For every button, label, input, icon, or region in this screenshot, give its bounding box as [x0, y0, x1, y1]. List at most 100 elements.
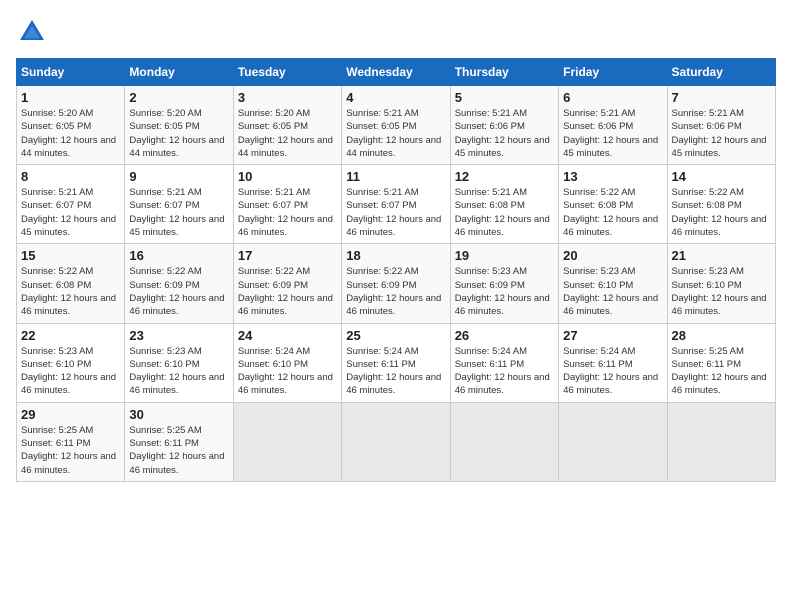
- day-number: 8: [21, 169, 120, 184]
- day-info: Sunrise: 5:24 AM Sunset: 6:11 PM Dayligh…: [346, 345, 445, 398]
- calendar-cell: 6 Sunrise: 5:21 AM Sunset: 6:06 PM Dayli…: [559, 86, 667, 165]
- logo-icon: [16, 16, 48, 48]
- day-info: Sunrise: 5:21 AM Sunset: 6:07 PM Dayligh…: [238, 186, 337, 239]
- calendar-cell: [450, 402, 558, 481]
- calendar-cell: 24 Sunrise: 5:24 AM Sunset: 6:10 PM Dayl…: [233, 323, 341, 402]
- calendar-cell: 29 Sunrise: 5:25 AM Sunset: 6:11 PM Dayl…: [17, 402, 125, 481]
- calendar-cell: 16 Sunrise: 5:22 AM Sunset: 6:09 PM Dayl…: [125, 244, 233, 323]
- day-info: Sunrise: 5:25 AM Sunset: 6:11 PM Dayligh…: [129, 424, 228, 477]
- day-number: 30: [129, 407, 228, 422]
- calendar-cell: 21 Sunrise: 5:23 AM Sunset: 6:10 PM Dayl…: [667, 244, 775, 323]
- calendar-cell: 1 Sunrise: 5:20 AM Sunset: 6:05 PM Dayli…: [17, 86, 125, 165]
- day-number: 23: [129, 328, 228, 343]
- day-number: 12: [455, 169, 554, 184]
- day-number: 14: [672, 169, 771, 184]
- day-info: Sunrise: 5:23 AM Sunset: 6:10 PM Dayligh…: [129, 345, 228, 398]
- day-number: 13: [563, 169, 662, 184]
- weekday-header-row: SundayMondayTuesdayWednesdayThursdayFrid…: [17, 59, 776, 86]
- header: [16, 16, 776, 48]
- day-info: Sunrise: 5:21 AM Sunset: 6:06 PM Dayligh…: [672, 107, 771, 160]
- day-info: Sunrise: 5:22 AM Sunset: 6:09 PM Dayligh…: [129, 265, 228, 318]
- day-number: 29: [21, 407, 120, 422]
- day-number: 2: [129, 90, 228, 105]
- calendar-cell: [233, 402, 341, 481]
- calendar-cell: 10 Sunrise: 5:21 AM Sunset: 6:07 PM Dayl…: [233, 165, 341, 244]
- day-number: 26: [455, 328, 554, 343]
- day-number: 27: [563, 328, 662, 343]
- calendar-table: SundayMondayTuesdayWednesdayThursdayFrid…: [16, 58, 776, 482]
- day-number: 24: [238, 328, 337, 343]
- calendar-cell: 23 Sunrise: 5:23 AM Sunset: 6:10 PM Dayl…: [125, 323, 233, 402]
- day-info: Sunrise: 5:21 AM Sunset: 6:08 PM Dayligh…: [455, 186, 554, 239]
- day-info: Sunrise: 5:23 AM Sunset: 6:09 PM Dayligh…: [455, 265, 554, 318]
- calendar-cell: 7 Sunrise: 5:21 AM Sunset: 6:06 PM Dayli…: [667, 86, 775, 165]
- calendar-week-row: 1 Sunrise: 5:20 AM Sunset: 6:05 PM Dayli…: [17, 86, 776, 165]
- day-info: Sunrise: 5:23 AM Sunset: 6:10 PM Dayligh…: [563, 265, 662, 318]
- day-number: 7: [672, 90, 771, 105]
- calendar-cell: 15 Sunrise: 5:22 AM Sunset: 6:08 PM Dayl…: [17, 244, 125, 323]
- calendar-week-row: 29 Sunrise: 5:25 AM Sunset: 6:11 PM Dayl…: [17, 402, 776, 481]
- weekday-header-saturday: Saturday: [667, 59, 775, 86]
- day-number: 16: [129, 248, 228, 263]
- day-number: 11: [346, 169, 445, 184]
- weekday-header-friday: Friday: [559, 59, 667, 86]
- weekday-header-thursday: Thursday: [450, 59, 558, 86]
- day-info: Sunrise: 5:21 AM Sunset: 6:07 PM Dayligh…: [21, 186, 120, 239]
- day-info: Sunrise: 5:20 AM Sunset: 6:05 PM Dayligh…: [21, 107, 120, 160]
- calendar-cell: 2 Sunrise: 5:20 AM Sunset: 6:05 PM Dayli…: [125, 86, 233, 165]
- calendar-week-row: 8 Sunrise: 5:21 AM Sunset: 6:07 PM Dayli…: [17, 165, 776, 244]
- weekday-header-monday: Monday: [125, 59, 233, 86]
- calendar-cell: 25 Sunrise: 5:24 AM Sunset: 6:11 PM Dayl…: [342, 323, 450, 402]
- day-info: Sunrise: 5:24 AM Sunset: 6:11 PM Dayligh…: [455, 345, 554, 398]
- day-info: Sunrise: 5:20 AM Sunset: 6:05 PM Dayligh…: [129, 107, 228, 160]
- day-info: Sunrise: 5:23 AM Sunset: 6:10 PM Dayligh…: [21, 345, 120, 398]
- calendar-cell: [559, 402, 667, 481]
- logo: [16, 16, 54, 48]
- day-number: 28: [672, 328, 771, 343]
- day-info: Sunrise: 5:21 AM Sunset: 6:07 PM Dayligh…: [346, 186, 445, 239]
- day-info: Sunrise: 5:25 AM Sunset: 6:11 PM Dayligh…: [21, 424, 120, 477]
- calendar-cell: 22 Sunrise: 5:23 AM Sunset: 6:10 PM Dayl…: [17, 323, 125, 402]
- calendar-week-row: 15 Sunrise: 5:22 AM Sunset: 6:08 PM Dayl…: [17, 244, 776, 323]
- weekday-header-sunday: Sunday: [17, 59, 125, 86]
- day-number: 18: [346, 248, 445, 263]
- day-info: Sunrise: 5:22 AM Sunset: 6:09 PM Dayligh…: [238, 265, 337, 318]
- calendar-cell: 5 Sunrise: 5:21 AM Sunset: 6:06 PM Dayli…: [450, 86, 558, 165]
- day-info: Sunrise: 5:21 AM Sunset: 6:06 PM Dayligh…: [563, 107, 662, 160]
- calendar-cell: 28 Sunrise: 5:25 AM Sunset: 6:11 PM Dayl…: [667, 323, 775, 402]
- calendar-cell: 12 Sunrise: 5:21 AM Sunset: 6:08 PM Dayl…: [450, 165, 558, 244]
- day-number: 6: [563, 90, 662, 105]
- day-number: 10: [238, 169, 337, 184]
- calendar-cell: 19 Sunrise: 5:23 AM Sunset: 6:09 PM Dayl…: [450, 244, 558, 323]
- calendar-cell: 18 Sunrise: 5:22 AM Sunset: 6:09 PM Dayl…: [342, 244, 450, 323]
- day-number: 19: [455, 248, 554, 263]
- day-number: 22: [21, 328, 120, 343]
- day-info: Sunrise: 5:22 AM Sunset: 6:08 PM Dayligh…: [672, 186, 771, 239]
- calendar-cell: 20 Sunrise: 5:23 AM Sunset: 6:10 PM Dayl…: [559, 244, 667, 323]
- weekday-header-tuesday: Tuesday: [233, 59, 341, 86]
- calendar-cell: 27 Sunrise: 5:24 AM Sunset: 6:11 PM Dayl…: [559, 323, 667, 402]
- day-number: 21: [672, 248, 771, 263]
- day-number: 20: [563, 248, 662, 263]
- day-number: 4: [346, 90, 445, 105]
- day-info: Sunrise: 5:22 AM Sunset: 6:08 PM Dayligh…: [563, 186, 662, 239]
- day-info: Sunrise: 5:24 AM Sunset: 6:10 PM Dayligh…: [238, 345, 337, 398]
- calendar-cell: 3 Sunrise: 5:20 AM Sunset: 6:05 PM Dayli…: [233, 86, 341, 165]
- calendar-cell: 30 Sunrise: 5:25 AM Sunset: 6:11 PM Dayl…: [125, 402, 233, 481]
- day-number: 9: [129, 169, 228, 184]
- calendar-cell: [667, 402, 775, 481]
- day-info: Sunrise: 5:21 AM Sunset: 6:07 PM Dayligh…: [129, 186, 228, 239]
- day-info: Sunrise: 5:20 AM Sunset: 6:05 PM Dayligh…: [238, 107, 337, 160]
- calendar-cell: 4 Sunrise: 5:21 AM Sunset: 6:05 PM Dayli…: [342, 86, 450, 165]
- calendar-cell: 17 Sunrise: 5:22 AM Sunset: 6:09 PM Dayl…: [233, 244, 341, 323]
- day-info: Sunrise: 5:24 AM Sunset: 6:11 PM Dayligh…: [563, 345, 662, 398]
- day-number: 5: [455, 90, 554, 105]
- day-info: Sunrise: 5:22 AM Sunset: 6:08 PM Dayligh…: [21, 265, 120, 318]
- day-number: 25: [346, 328, 445, 343]
- calendar-cell: 8 Sunrise: 5:21 AM Sunset: 6:07 PM Dayli…: [17, 165, 125, 244]
- day-number: 1: [21, 90, 120, 105]
- calendar-cell: 14 Sunrise: 5:22 AM Sunset: 6:08 PM Dayl…: [667, 165, 775, 244]
- day-info: Sunrise: 5:22 AM Sunset: 6:09 PM Dayligh…: [346, 265, 445, 318]
- calendar-cell: 13 Sunrise: 5:22 AM Sunset: 6:08 PM Dayl…: [559, 165, 667, 244]
- day-number: 17: [238, 248, 337, 263]
